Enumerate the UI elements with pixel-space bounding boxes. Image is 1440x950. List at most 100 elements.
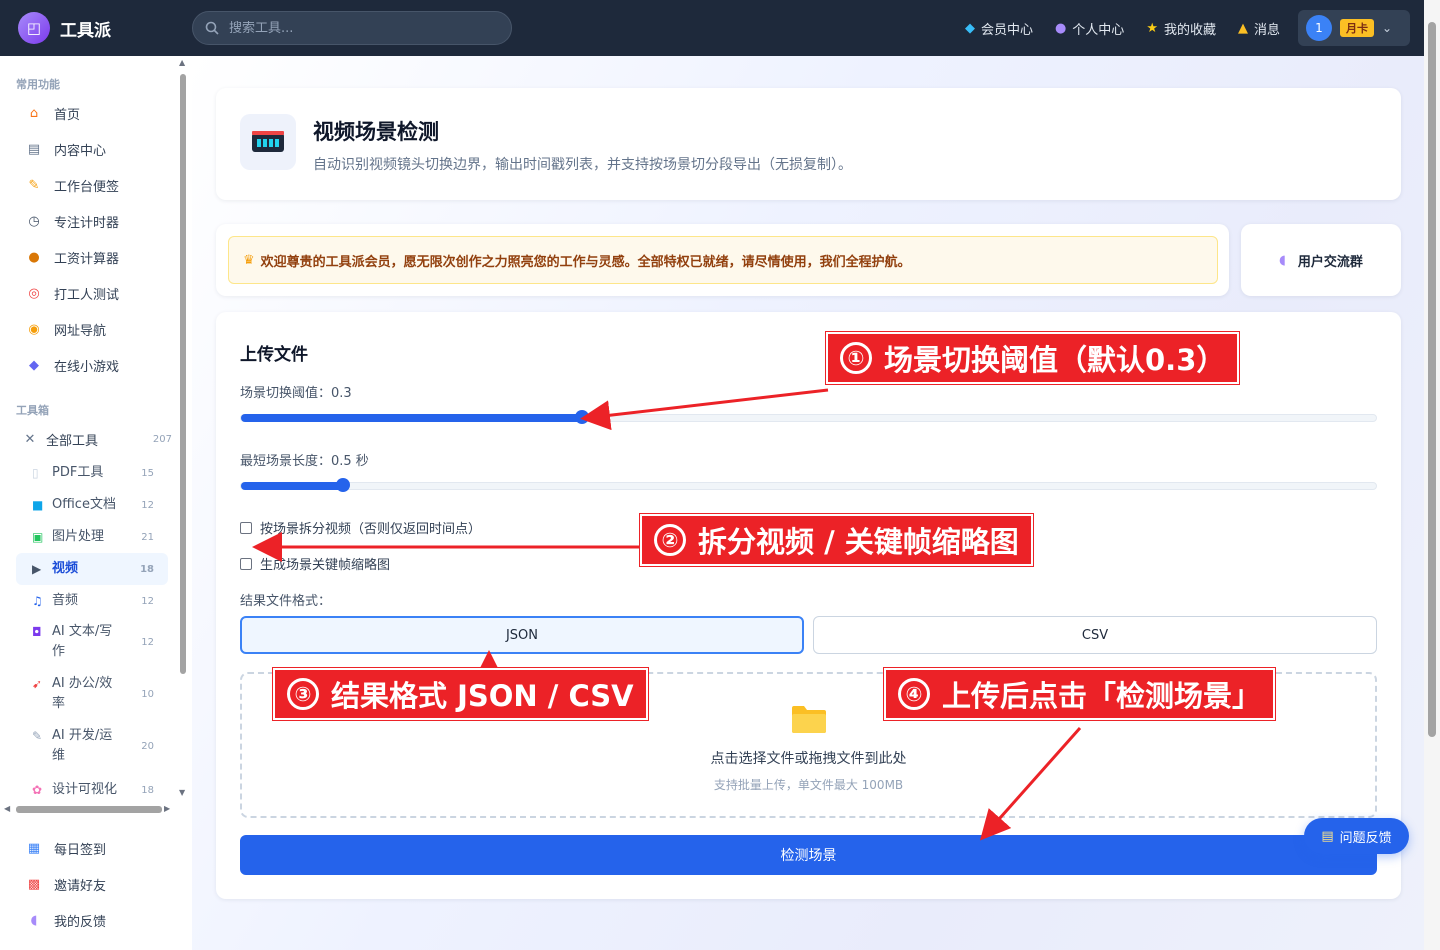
search-bar[interactable] bbox=[192, 11, 512, 45]
slider-thumb[interactable] bbox=[336, 478, 350, 492]
search-input[interactable] bbox=[229, 20, 489, 36]
gamepad-icon: ◆ bbox=[29, 357, 39, 373]
rocket-icon: ➹ bbox=[32, 677, 43, 691]
sidebar-tool-audio[interactable]: ♫ 音频 12 bbox=[16, 589, 168, 613]
dropzone-hint: 支持批量上传，单文件最大 100MB bbox=[713, 778, 904, 792]
upload-card: 上传文件 场景切换阈值：0.3 最短场景长度：0.5 秒 按场景拆分视频（否则仅… bbox=[216, 312, 1401, 899]
annotation-text: 上传后点击「检测场景」 bbox=[942, 679, 1262, 713]
robot-icon: ◘ bbox=[32, 625, 42, 639]
annotation-text: 拆分视频 / 关键帧缩略图 bbox=[698, 525, 1019, 559]
annotation-number: ② bbox=[654, 524, 686, 556]
format-csv-button[interactable]: CSV bbox=[813, 616, 1377, 654]
slider-fill bbox=[241, 414, 582, 422]
folder-icon bbox=[792, 706, 826, 733]
sidebar-tool-video[interactable]: ▶ 视频 18 bbox=[16, 553, 168, 585]
sidebar-item-salary[interactable]: ● 工资计算器 bbox=[16, 241, 168, 273]
sidebar-item-home[interactable]: ⌂ 首页 bbox=[16, 97, 168, 129]
tool-count: 18 bbox=[141, 784, 154, 796]
nav-favorites[interactable]: ★ 我的收藏 bbox=[1146, 19, 1216, 38]
annotation-text: 结果格式 JSON / CSV bbox=[331, 679, 634, 713]
scroll-down-icon[interactable]: ▼ bbox=[179, 788, 185, 797]
annotation-callout-2: ② 拆分视频 / 关键帧缩略图 bbox=[639, 513, 1034, 567]
sidebar-item-test[interactable]: ◎ 打工人测试 bbox=[16, 277, 168, 309]
sidebar-item-notes[interactable]: ✎ 工作台便签 bbox=[16, 169, 168, 201]
home-icon: ⌂ bbox=[29, 105, 39, 121]
sidebar-tool-ai-text[interactable]: ◘ AI 文本/写作 12 bbox=[16, 622, 168, 662]
sidebar-item-label: AI 办公/效率 bbox=[52, 676, 113, 711]
sidebar-item-label: 每日签到 bbox=[54, 842, 107, 858]
calendar-icon: ▦ bbox=[27, 840, 41, 856]
video-tool-icon bbox=[240, 114, 296, 170]
sidebar-item-games[interactable]: ◆ 在线小游戏 bbox=[16, 349, 168, 381]
sidebar-tool-ai-dev[interactable]: ✎ AI 开发/运维 20 bbox=[16, 726, 168, 766]
scrollbar-thumb[interactable] bbox=[1428, 22, 1436, 737]
threshold-slider[interactable] bbox=[240, 410, 1377, 424]
section-title: 上传文件 bbox=[240, 345, 308, 365]
min-length-label: 最短场景长度：0.5 秒 bbox=[240, 454, 369, 469]
image-icon: ▣ bbox=[32, 530, 44, 544]
format-json-button[interactable]: JSON bbox=[240, 616, 804, 654]
feedback-button[interactable]: ▤ 问题反馈 bbox=[1304, 818, 1409, 854]
nav-messages[interactable]: ▲ 消息 bbox=[1238, 19, 1280, 38]
nav-membership[interactable]: ◆ 会员中心 bbox=[965, 19, 1033, 38]
logo[interactable]: ◰ 工具派 bbox=[18, 12, 111, 44]
sidebar-horizontal-scrollbar[interactable]: ◀ ▶ bbox=[4, 803, 174, 815]
min-length-slider[interactable] bbox=[240, 478, 1377, 492]
tool-count: 20 bbox=[141, 740, 154, 752]
sidebar-item-invite[interactable]: ▩ 邀请好友 bbox=[16, 868, 168, 900]
sidebar-item-nav[interactable]: ◉ 网址导航 bbox=[16, 313, 168, 345]
scroll-up-icon[interactable]: ▲ bbox=[179, 58, 185, 67]
timer-icon: ◷ bbox=[28, 213, 40, 229]
sidebar-item-timer[interactable]: ◷ 专注计时器 bbox=[16, 205, 168, 237]
scroll-left-icon[interactable]: ◀ bbox=[4, 804, 10, 813]
scroll-right-icon[interactable]: ▶ bbox=[164, 804, 170, 813]
avatar: 1 bbox=[1306, 15, 1332, 41]
crown-icon: ♛ bbox=[243, 252, 255, 268]
search-icon bbox=[205, 21, 219, 35]
slider-thumb[interactable] bbox=[575, 410, 589, 424]
sidebar-item-label: 首页 bbox=[54, 107, 81, 123]
sidebar-section-title: 常用功能 bbox=[16, 78, 60, 91]
palette-icon: ✿ bbox=[32, 783, 43, 797]
checkbox-box[interactable] bbox=[240, 521, 252, 534]
tool-count: 207 bbox=[152, 433, 172, 445]
sidebar-item-label: Office文档 bbox=[52, 497, 116, 512]
sidebar-tool-office[interactable]: ■ Office文档 12 bbox=[16, 493, 168, 517]
detect-scenes-button[interactable]: 检测场景 bbox=[240, 835, 1377, 875]
chat-bubble-icon: ◖ bbox=[1279, 252, 1286, 268]
tools-icon: ✕ bbox=[24, 431, 36, 447]
sidebar-item-all-tools[interactable]: ✕ 全部工具 207 bbox=[16, 423, 172, 455]
sidebar-item-label: 图片处理 bbox=[52, 529, 105, 544]
sidebar-item-label: 在线小游戏 bbox=[54, 359, 120, 375]
page-description: 自动识别视频镜头切换边界，输出时间戳列表，并支持按场景切分段导出（无损复制）。 bbox=[313, 157, 852, 173]
sidebar-item-content[interactable]: ▤ 内容中心 bbox=[16, 133, 168, 165]
tool-count: 12 bbox=[141, 499, 154, 511]
sidebar-tool-ai-office[interactable]: ➹ AI 办公/效率 10 bbox=[16, 674, 168, 714]
sidebar-item-label: 网址导航 bbox=[54, 323, 107, 339]
split-checkbox[interactable]: 按场景拆分视频（否则仅返回时间点） bbox=[240, 518, 481, 537]
sidebar-tool-design[interactable]: ✿ 设计可视化 18 bbox=[16, 778, 168, 802]
scrollbar-thumb[interactable] bbox=[16, 806, 162, 813]
tool-count: 12 bbox=[141, 636, 154, 648]
sidebar-item-label: AI 文本/写作 bbox=[52, 624, 113, 659]
sidebar-item-checkin[interactable]: ▦ 每日签到 bbox=[16, 832, 168, 864]
sidebar-item-feedback[interactable]: ◖ 我的反馈 bbox=[16, 904, 168, 936]
logo-bag-icon: ◰ bbox=[18, 12, 50, 44]
user-menu[interactable]: 1 月卡 ⌄ bbox=[1298, 10, 1410, 46]
sidebar-tool-image[interactable]: ▣ 图片处理 21 bbox=[16, 525, 168, 549]
page-title: 视频场景检测 bbox=[313, 120, 439, 144]
checkbox-box[interactable] bbox=[240, 557, 252, 570]
nav-profile[interactable]: ● 个人中心 bbox=[1055, 19, 1124, 38]
sidebar-vertical-scrollbar[interactable]: ▲ ▼ bbox=[178, 58, 188, 797]
tool-count: 10 bbox=[141, 688, 154, 700]
sidebar-tool-pdf[interactable]: ▯ PDF工具 15 bbox=[16, 461, 168, 485]
keyframe-checkbox[interactable]: 生成场景关键帧缩略图 bbox=[240, 554, 390, 573]
dropzone-text: 点击选择文件或拖拽文件到此处 bbox=[710, 751, 907, 767]
community-button[interactable]: ◖ 用户交流群 bbox=[1241, 224, 1401, 296]
annotation-callout-4: ④ 上传后点击「检测场景」 bbox=[882, 667, 1277, 721]
sidebar-item-label: 打工人测试 bbox=[54, 287, 120, 303]
sidebar-item-label: 邀请好友 bbox=[54, 878, 107, 894]
sidebar-item-label: PDF工具 bbox=[52, 465, 104, 480]
page-scrollbar[interactable] bbox=[1424, 0, 1440, 950]
scrollbar-thumb[interactable] bbox=[180, 74, 186, 674]
